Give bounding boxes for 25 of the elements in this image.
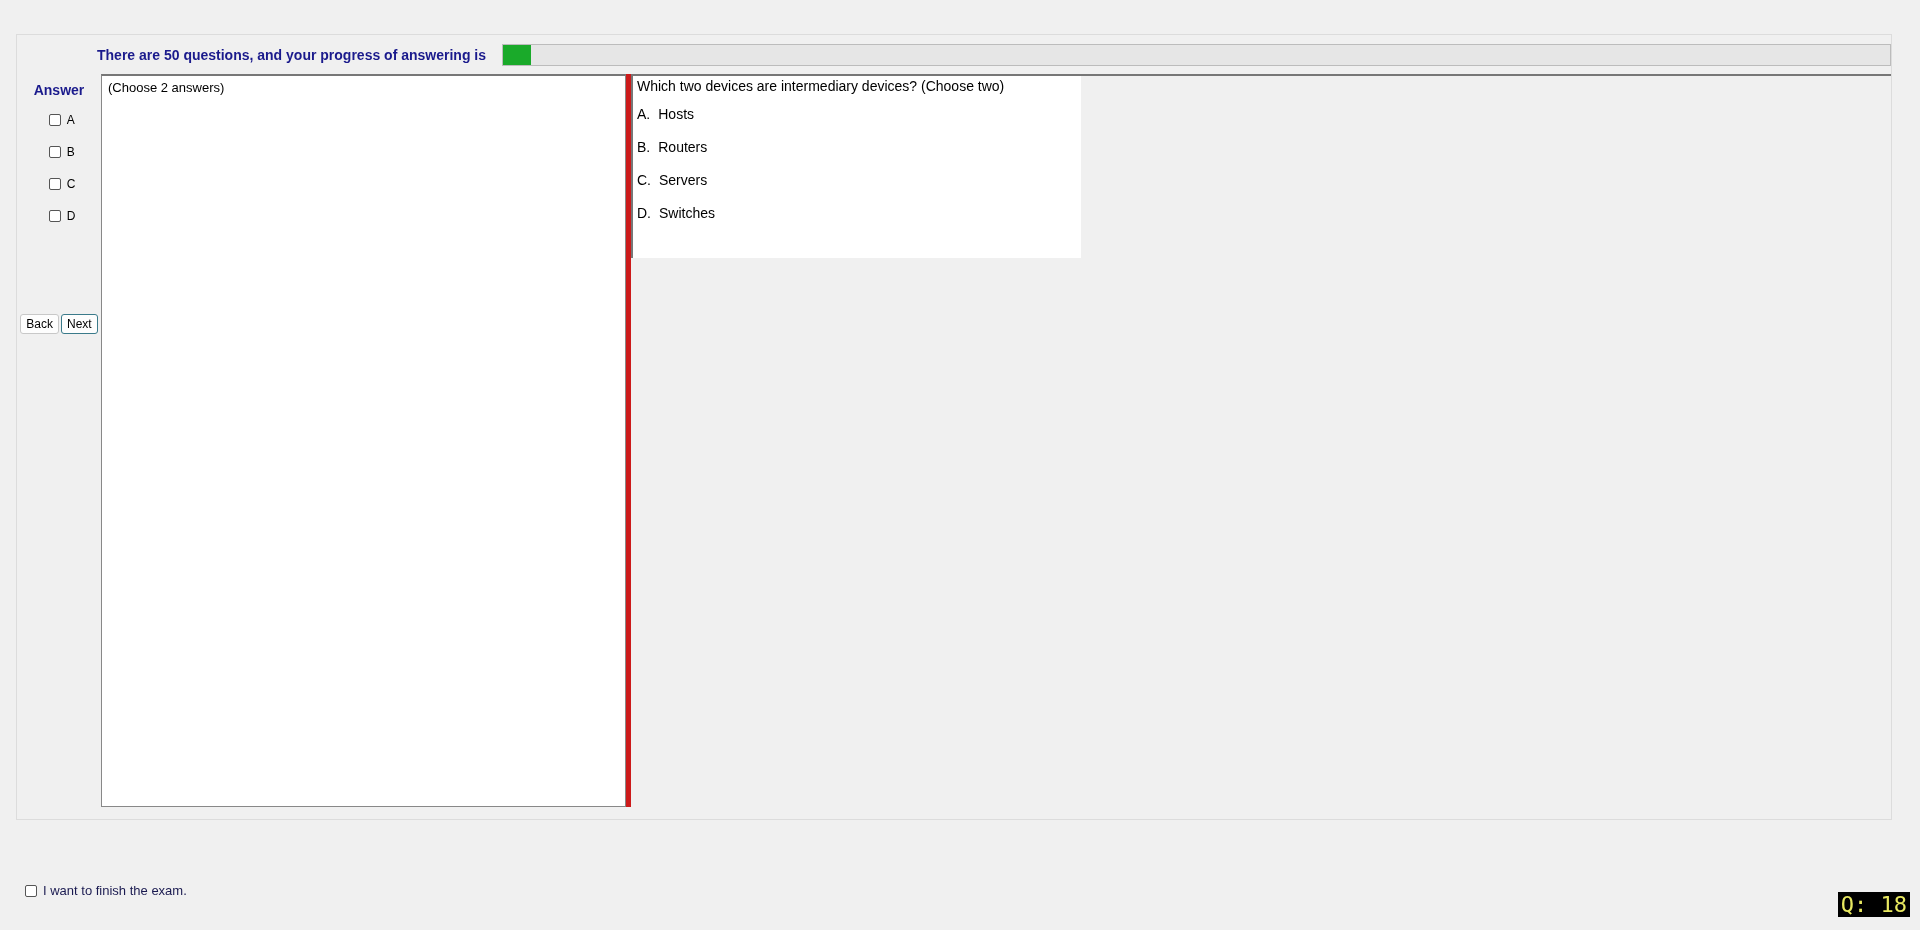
choice-letter: B. <box>637 139 651 157</box>
checkbox[interactable] <box>48 114 61 126</box>
back-button[interactable]: Back <box>20 314 59 334</box>
answer-text-panel: (Choose 2 answers) <box>101 74 626 807</box>
choice-text: Routers <box>658 139 708 157</box>
checkbox[interactable] <box>48 146 61 158</box>
choice-letter: C. <box>637 172 651 190</box>
option-label: D <box>66 209 76 223</box>
checkbox[interactable] <box>48 210 61 222</box>
checkbox[interactable] <box>48 178 61 190</box>
option-label: B <box>66 145 75 159</box>
finish-label: I want to finish the exam. <box>43 883 187 898</box>
option-label: A <box>66 113 75 127</box>
question-text: Which two devices are intermediary devices? (Choose two) <box>637 78 1006 94</box>
choice-text: Hosts <box>658 106 695 124</box>
checkbox[interactable] <box>25 884 37 897</box>
option-label: C <box>66 177 76 191</box>
answer-heading: Answer <box>33 82 85 98</box>
choice-letter: D. <box>637 205 651 223</box>
next-button[interactable]: Next <box>61 314 98 334</box>
choice-text: Switches <box>659 205 716 223</box>
choice-letter: A. <box>637 106 651 124</box>
choice-text: Servers <box>659 172 708 190</box>
progress-label: There are 50 questions, and your progress of answering is <box>97 47 486 63</box>
question-number: Q: 18 <box>1837 892 1910 917</box>
